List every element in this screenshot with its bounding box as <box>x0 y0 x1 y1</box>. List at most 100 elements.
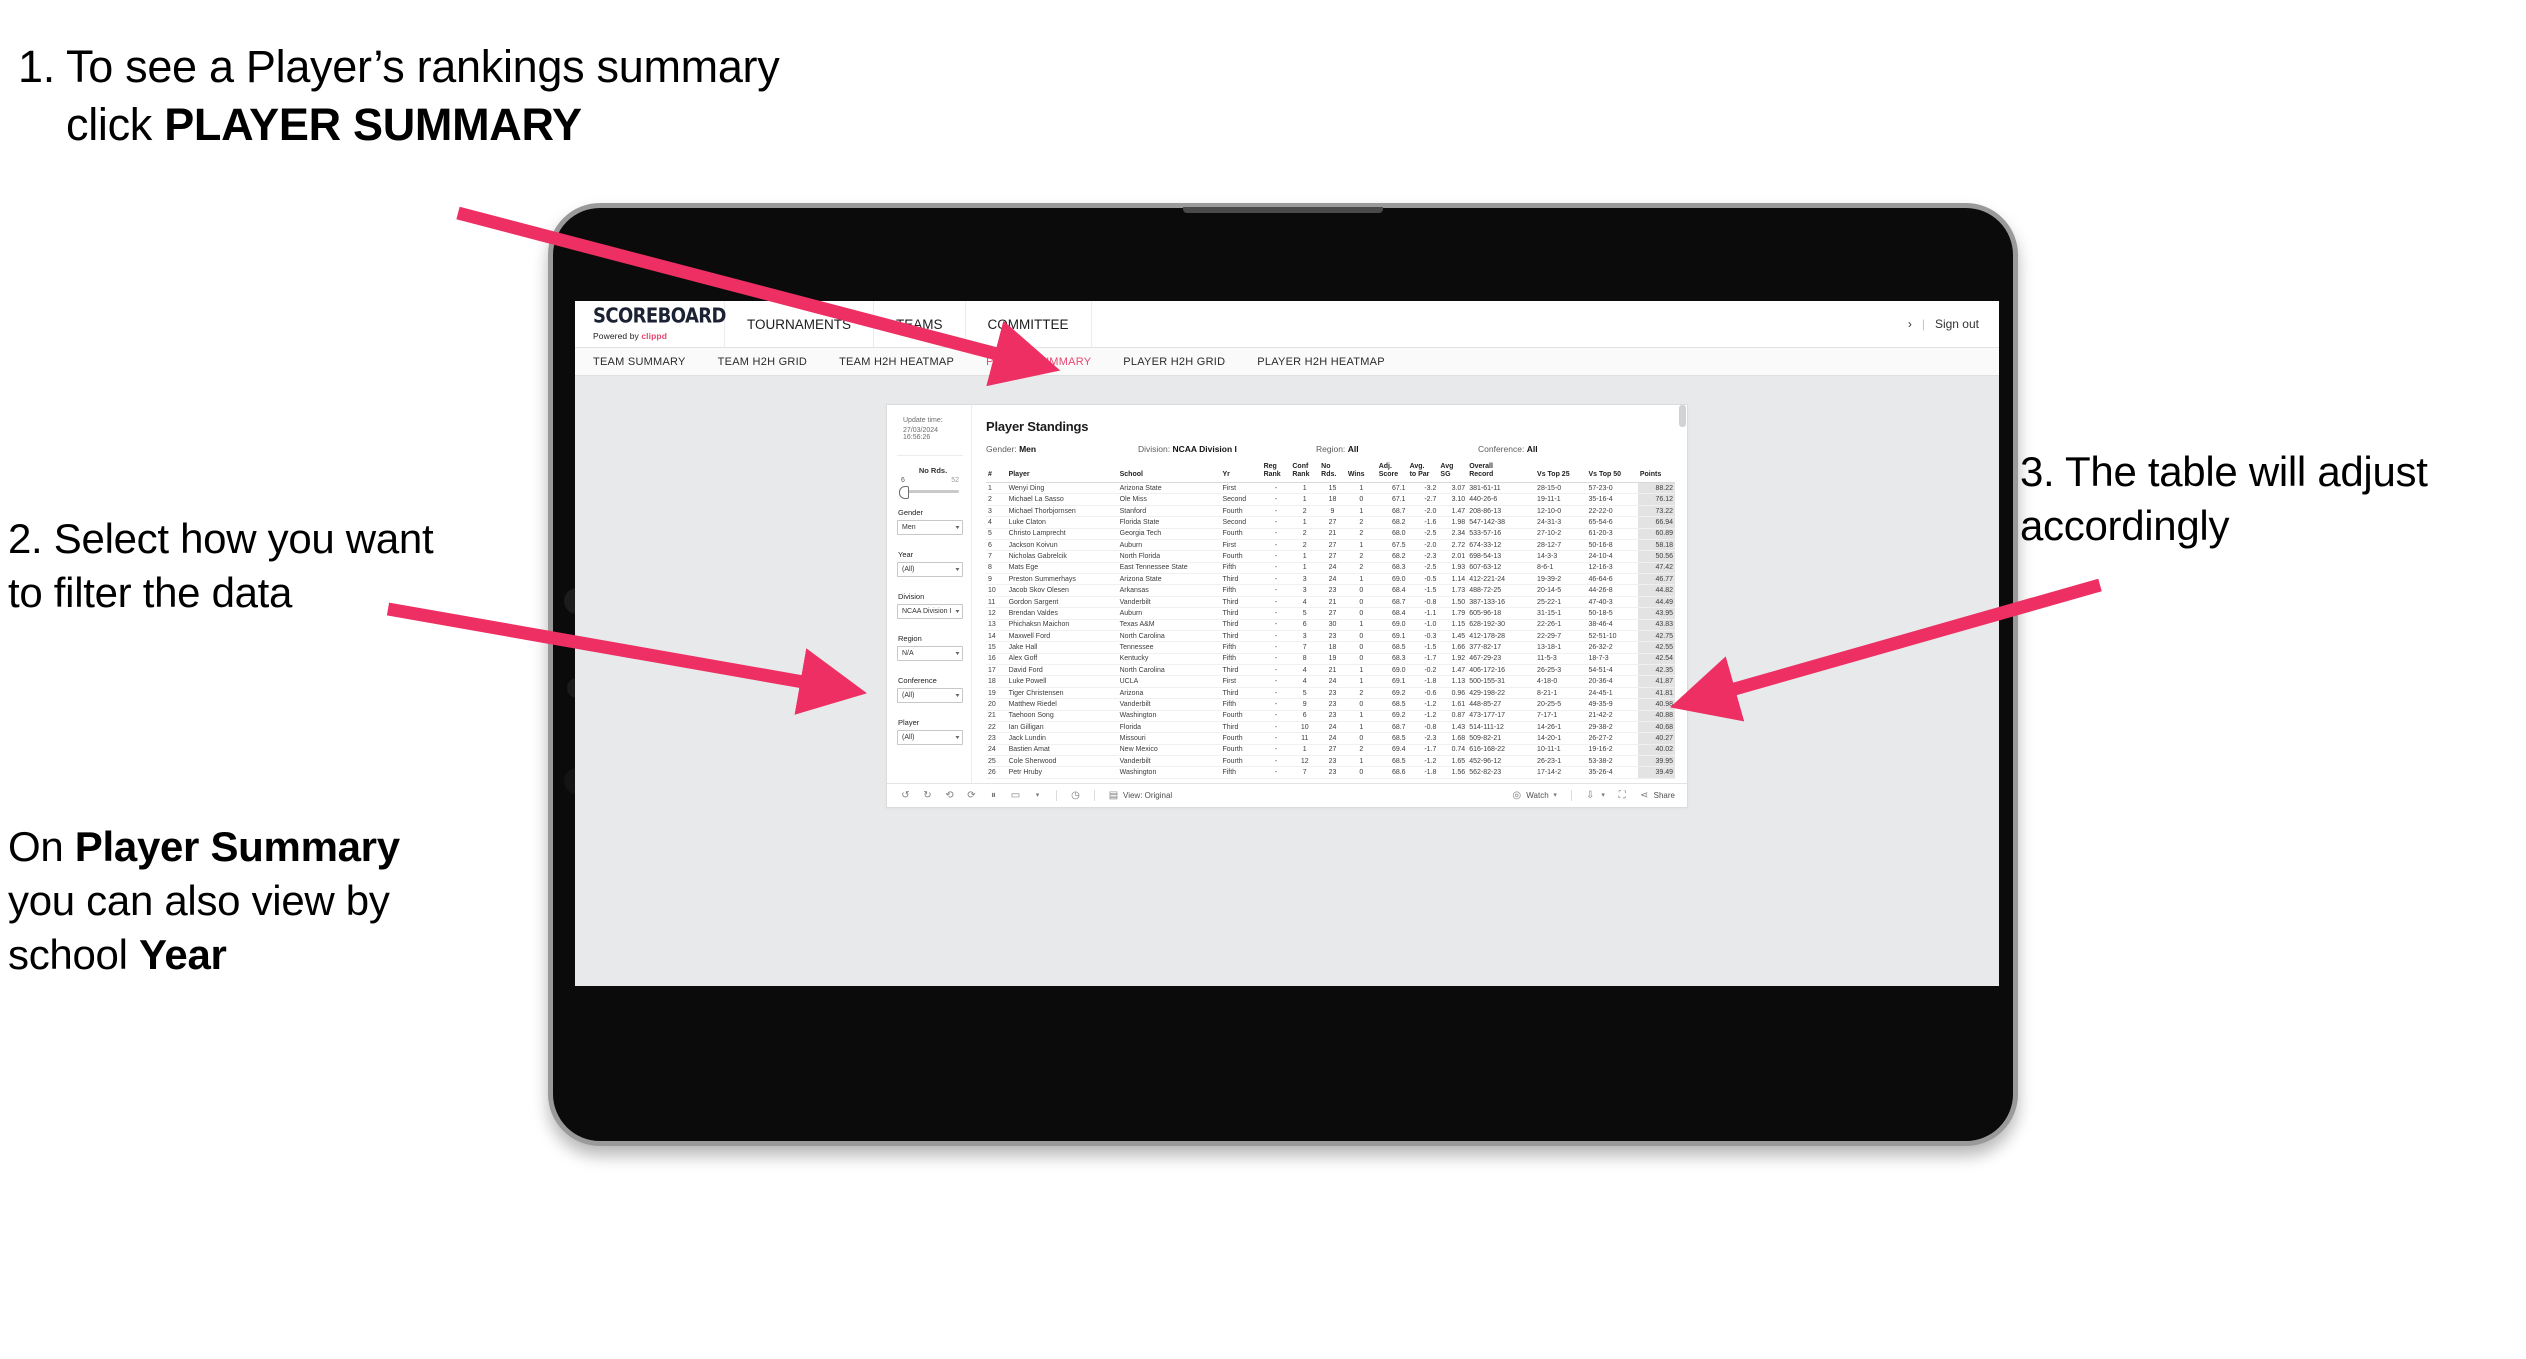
table-row[interactable]: 24 Bastien Amat New Mexico Fourth -1 27 2 69.4-… <box>986 744 1675 757</box>
cell-conf-rank: 4 <box>1290 664 1320 677</box>
filter-conference-select[interactable]: (All) ▾ <box>897 688 963 703</box>
cell-player: Luke Powell <box>1006 675 1118 688</box>
refresh-icon[interactable]: ⟳ <box>965 789 978 802</box>
table-row[interactable]: 22 Ian Gilligan Florida Third -10 24 1 68.7 -0.8… <box>986 721 1675 734</box>
filter-region-select[interactable]: N/A ▾ <box>897 646 963 661</box>
table-row[interactable]: 23 Jack Lundin Missouri Fourth -11 24 0 68.5 -2.… <box>986 732 1675 745</box>
cell-wins: 0 <box>1345 607 1377 620</box>
revert-icon[interactable]: ⟲ <box>943 789 956 802</box>
table-row[interactable]: 25 Cole Sherwood Vanderbilt Fourth -12 23 1 68.… <box>986 755 1675 768</box>
col-overall-record[interactable]: Overall Record <box>1467 463 1536 484</box>
cell-school: Arkansas <box>1117 584 1221 597</box>
cell-reg-rank: - <box>1261 596 1291 609</box>
view-original-button[interactable]: ▤ View: Original <box>1107 789 1172 802</box>
table-row[interactable]: 20 Matthew Riedel Vanderbilt Fifth -9 23 0 68.5… <box>986 698 1675 711</box>
cell-adj-score: 68.0 <box>1376 528 1408 540</box>
sub-tab-team-h2h-grid[interactable]: TEAM H2H GRID <box>718 348 807 375</box>
col-year[interactable]: Yr <box>1220 463 1262 484</box>
table-row[interactable]: 12 Brendan Valdes Auburn Third -5 27 0 68.4 -1.1… <box>986 607 1675 620</box>
fullscreen-icon[interactable]: ⛶ <box>1616 789 1629 802</box>
cell-avg-sg: 1.68 <box>1438 732 1468 745</box>
col-player[interactable]: Player <box>1006 463 1118 484</box>
table-row[interactable]: 2 Michael La Sasso Ole Miss Second -1 18 0 67.1… <box>986 493 1675 506</box>
cell-conf-rank: 1 <box>1290 482 1320 495</box>
custom-view-icon[interactable]: ▭ <box>1009 789 1022 802</box>
cell-overall-record: 562-82-23 <box>1467 766 1536 779</box>
account-chevron-icon[interactable]: › <box>1908 317 1912 331</box>
sign-out-link[interactable]: Sign out <box>1935 317 1979 331</box>
col-wins[interactable]: Wins <box>1345 463 1377 484</box>
filter-gender-select[interactable]: Men ▾ <box>897 520 963 535</box>
cell-adj-score: 68.7 <box>1376 721 1408 734</box>
table-row[interactable]: 14 Maxwell Ford North Carolina Third -3 23 0 69… <box>986 630 1675 643</box>
chevron-down-icon[interactable]: ▾ <box>1031 789 1044 802</box>
annotation-step-1-bold: PLAYER SUMMARY <box>164 98 582 150</box>
pause-icon[interactable]: ⏸ <box>987 789 1000 802</box>
table-row[interactable]: 17 David Ford North Carolina Third -4 21 1 69.0… <box>986 664 1675 677</box>
cell-wins: 2 <box>1345 528 1377 540</box>
no-rounds-slider-handle[interactable] <box>899 486 909 499</box>
table-row[interactable]: 18 Luke Powell UCLA First -4 24 1 69.1 -1.8 1.13 5… <box>986 675 1675 688</box>
no-rounds-slider[interactable] <box>899 486 959 499</box>
sub-tab-player-h2h-grid[interactable]: PLAYER H2H GRID <box>1123 348 1225 375</box>
col-avg-sg[interactable]: Avg SG <box>1438 463 1468 484</box>
col-reg-rank[interactable]: Reg Rank <box>1261 463 1291 484</box>
sub-tab-player-summary[interactable]: PLAYER SUMMARY <box>986 348 1091 375</box>
redo-icon[interactable]: ↻ <box>921 789 934 802</box>
cell-no-rds: 27 <box>1319 744 1346 757</box>
sub-tab-player-h2h-heatmap[interactable]: PLAYER H2H HEATMAP <box>1257 348 1385 375</box>
filter-year-select[interactable]: (All) ▾ <box>897 562 963 577</box>
cell-: 25 <box>986 755 1007 768</box>
table-row[interactable]: 11 Gordon Sargent Vanderbilt Third -4 21 0 68.7… <box>986 596 1675 609</box>
col-vs-top-25[interactable]: Vs Top 25 <box>1535 463 1587 484</box>
table-row[interactable]: 19 Tiger Christensen Arizona Third -5 23 2 69.2… <box>986 687 1675 700</box>
col-vs-top-50[interactable]: Vs Top 50 <box>1586 463 1638 484</box>
table-row[interactable]: 1 Wenyi Ding Arizona State First -1 15 1 67.1 -3… <box>986 482 1675 495</box>
table-row[interactable]: 10 Jacob Skov Olesen Arkansas Fifth -3 23 0 68.… <box>986 584 1675 597</box>
table-row[interactable]: 6 Jackson Koivun Auburn First -2 27 1 67.5 -2.0 2… <box>986 539 1675 552</box>
table-row[interactable]: 13 Phichaksn Maichon Texas A&M Third -6 30 1 69… <box>986 619 1675 631</box>
col-points[interactable]: Points <box>1637 463 1675 484</box>
cell-vs-top-25: 7-17-1 <box>1535 710 1587 722</box>
meta-conference-label: Conference: <box>1478 444 1525 454</box>
table-row[interactable]: 15 Jake Hall Tennessee Fifth -7 18 0 68.5 -1.5 1.… <box>986 641 1675 654</box>
account-separator: | <box>1921 317 1925 331</box>
table-row[interactable]: 8 Mats Ege East Tennessee State Fifth -1 24 2 6… <box>986 562 1675 575</box>
nav-tab-tournaments[interactable]: TOURNAMENTS <box>725 301 875 347</box>
download-button[interactable]: ⇩ ▾ <box>1584 789 1607 802</box>
cell-vs-top-25: 31-15-1 <box>1535 607 1587 620</box>
table-scrollbar[interactable] <box>1679 405 1686 427</box>
table-row[interactable]: 16 Alex Goff Kentucky Fifth -8 19 0 68.3 -1.7 1.9… <box>986 653 1675 666</box>
share-button[interactable]: ⋖ Share <box>1638 789 1675 802</box>
cell-reg-rank: - <box>1261 607 1291 620</box>
cell-wins: 2 <box>1345 562 1377 575</box>
table-row[interactable]: 26 Petr Hruby Washington Fifth -7 23 0 68.6 -1.8… <box>986 766 1675 779</box>
cell-: 10 <box>986 584 1007 597</box>
filter-division-select[interactable]: NCAA Division I ▾ <box>897 604 963 619</box>
nav-tab-committee[interactable]: COMMITTEE <box>966 301 1092 347</box>
watch-button[interactable]: ◎ Watch ▾ <box>1510 789 1558 802</box>
filter-player-select[interactable]: (All) ▾ <box>897 730 963 745</box>
col-adj-score[interactable]: Adj. Score <box>1376 463 1408 484</box>
table-row[interactable]: 9 Preston Summerhays Arizona State Third -3 2… <box>986 573 1675 586</box>
col-no-rounds[interactable]: No Rds. <box>1319 463 1346 484</box>
table-row[interactable]: 21 Taehoon Song Washington Fourth -6 23 1 69.2-… <box>986 710 1675 722</box>
cell-school: Arizona State <box>1117 482 1221 495</box>
sub-tab-team-h2h-heatmap[interactable]: TEAM H2H HEATMAP <box>839 348 954 375</box>
table-row[interactable]: 3 Michael Thorbjornsen Stanford Fourth -2 9 1 6… <box>986 505 1675 518</box>
cell-vs-top-50: 26-32-2 <box>1586 641 1638 654</box>
sub-tab-team-summary[interactable]: TEAM SUMMARY <box>593 348 686 375</box>
cell-conf-rank: 7 <box>1290 766 1320 779</box>
col-school[interactable]: School <box>1117 463 1221 484</box>
col-avg-to-par[interactable]: Avg. to Par <box>1407 463 1439 484</box>
cell-yr: Fourth <box>1220 744 1262 757</box>
filter-summary: Gender: Men Division: NCAA Division I Re… <box>986 444 1675 454</box>
table-row[interactable]: 4 Luke Claton Florida State Second -1 27 2 68.2… <box>986 516 1675 529</box>
undo-icon[interactable]: ↺ <box>899 789 912 802</box>
table-row[interactable]: 7 Nicholas Gabrelcik North Florida Fourth -1… <box>986 550 1675 563</box>
nav-tab-teams[interactable]: TEAMS <box>874 301 966 347</box>
clock-icon[interactable]: ◷ <box>1069 789 1082 802</box>
col-rank[interactable]: # <box>986 463 1007 484</box>
table-row[interactable]: 5 Christo Lamprecht Georgia Tech Fourth -2 21… <box>986 528 1675 540</box>
col-conf-rank[interactable]: Conf Rank <box>1290 463 1320 484</box>
